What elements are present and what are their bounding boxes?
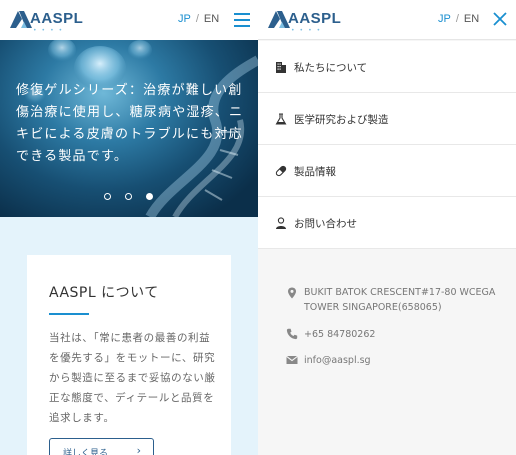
left-screen: AASPL •••• JP / EN 修復ゲルシリーズ：治療が難しい創傷治療に使… (0, 0, 258, 455)
nav-item-contact[interactable]: お問い合わせ (258, 197, 516, 249)
menu-header: AASPL •••• JP / EN (258, 0, 516, 40)
nav-item-research[interactable]: 医学研究および製造 (258, 93, 516, 145)
email-text[interactable]: info@aaspl.sg (304, 353, 504, 368)
nav-label: 医学研究および製造 (294, 114, 389, 126)
lang-en-link[interactable]: EN (464, 13, 479, 25)
hamburger-menu-icon[interactable] (234, 13, 250, 27)
read-more-button[interactable]: 詳しく見る › (49, 438, 154, 455)
person-icon (276, 217, 286, 229)
slider-dot-1[interactable] (104, 193, 111, 200)
hero-text: 修復ゲルシリーズ：治療が難しい創傷治療に使用し、糖尿病や湿疹、ニキビによる皮膚の… (16, 83, 244, 164)
about-body: 当社は、「常に患者の最善の利益を優先する」をモットーに、研究から製造に至るまで妥… (49, 332, 216, 424)
slider-dot-3[interactable] (146, 193, 153, 200)
location-pin-icon (288, 287, 296, 299)
top-header: AASPL •••• JP / EN (0, 0, 258, 40)
logo[interactable]: AASPL •••• (268, 9, 348, 34)
chevron-right-icon: › (136, 444, 141, 455)
lang-jp-link[interactable]: JP (178, 13, 191, 25)
slider-dot-2[interactable] (125, 193, 132, 200)
lang-separator: / (455, 13, 459, 25)
address-text: BUKIT BATOK CRESCENT#17-80 WCEGA TOWER S… (304, 287, 496, 313)
envelope-icon (286, 355, 298, 364)
hero-banner: 修復ゲルシリーズ：治療が難しい創傷治療に使用し、糖尿病や湿疹、ニキビによる皮膚の… (0, 40, 258, 217)
nav-item-products[interactable]: 製品情報 (258, 145, 516, 197)
nav-label: お問い合わせ (294, 218, 357, 230)
capsule-icon (275, 165, 287, 177)
language-switch: JP / EN (178, 13, 219, 25)
nav-label: 私たちについて (294, 62, 368, 74)
lang-separator: / (195, 13, 199, 25)
language-switch: JP / EN (438, 13, 479, 25)
phone-text[interactable]: +65 84780262 (304, 327, 504, 342)
logo-text: AASPL (288, 10, 342, 27)
about-card: AASPL について 当社は、「常に患者の最善の利益を優先する」をモットーに、研… (27, 255, 231, 455)
nav-menu: 私たちについて 医学研究および製造 製品情報 お問い合わせ (258, 41, 516, 249)
lang-jp-link[interactable]: JP (438, 13, 451, 25)
phone-icon (286, 328, 298, 340)
logo-text: AASPL (30, 10, 84, 27)
read-more-label: 詳しく見る (63, 449, 109, 455)
close-icon[interactable] (492, 11, 508, 27)
building-icon (276, 62, 286, 73)
logo-dots: •••• (291, 27, 326, 34)
logo[interactable]: AASPL •••• (10, 9, 90, 34)
right-screen-menu: AASPL •••• JP / EN 私たちについて 医学研究および製造 製品情… (258, 0, 516, 455)
flask-icon (275, 113, 287, 125)
lang-en-link[interactable]: EN (204, 13, 219, 25)
nav-label: 製品情報 (294, 166, 336, 178)
nav-item-about[interactable]: 私たちについて (258, 41, 516, 93)
title-underline (49, 313, 89, 315)
about-title: AASPL について (49, 285, 159, 301)
logo-dots: •••• (33, 27, 68, 34)
